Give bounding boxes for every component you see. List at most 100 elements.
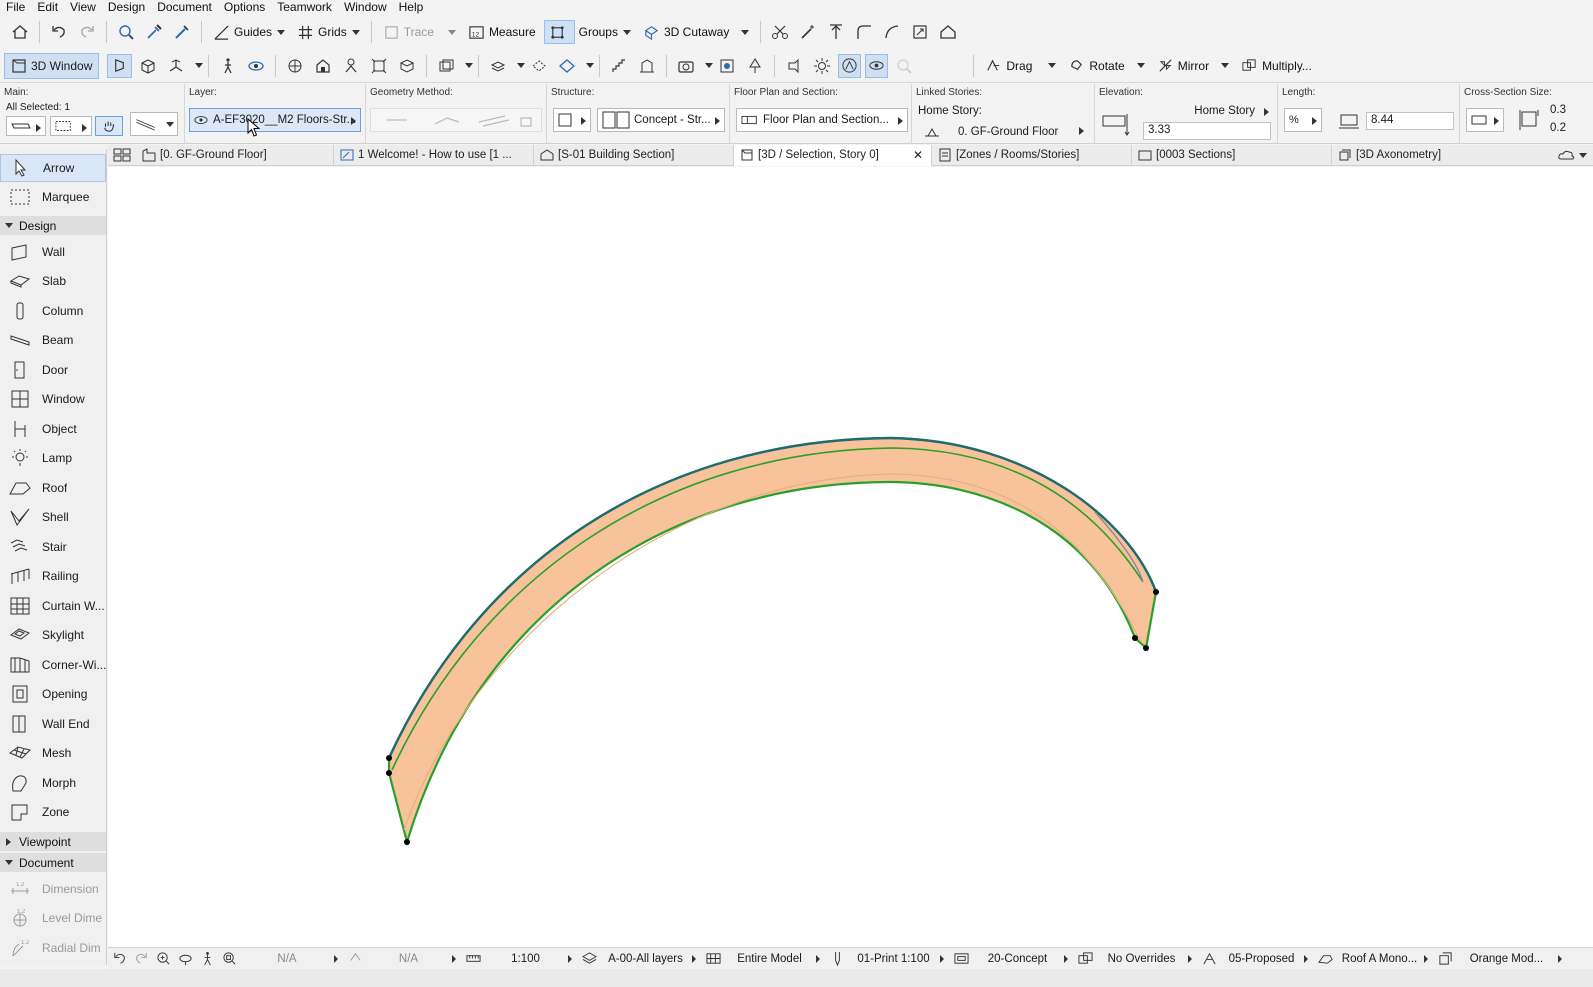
grids-button[interactable]: Grids [293, 20, 364, 44]
tool-level-dimension[interactable]: 1.2 Level Dime [0, 904, 106, 932]
element-type-selector[interactable] [6, 116, 46, 136]
stories-icon[interactable] [636, 55, 658, 77]
tool-shell[interactable]: Shell [0, 503, 106, 531]
explode-icon[interactable] [368, 55, 390, 77]
dimension-standard-selector[interactable]: Roof A Mono... [1314, 949, 1434, 969]
layer-selector[interactable]: A-EF3020__M2 Floors-Str... [189, 108, 361, 132]
cutting-plane-icon[interactable] [556, 55, 578, 77]
tab-menu-button[interactable] [1557, 149, 1593, 161]
marquee-3d-icon[interactable] [528, 55, 550, 77]
tab-sections[interactable]: [0003 Sections] [1132, 144, 1332, 166]
fillet-icon[interactable] [853, 21, 875, 43]
tool-arrow[interactable]: Arrow [0, 154, 106, 182]
groups-label-button[interactable]: Groups [575, 20, 635, 44]
tool-window[interactable]: Window [0, 385, 106, 413]
slope-unit-selector[interactable]: % [1284, 108, 1322, 132]
close-icon[interactable]: ✕ [913, 148, 923, 162]
zoom-icon[interactable] [893, 55, 915, 77]
cube-icon[interactable] [137, 55, 159, 77]
tab-welcome[interactable]: 1 Welcome! - How to use [1 ... [334, 144, 534, 166]
chevron-down-icon[interactable] [622, 29, 631, 35]
menu-edit[interactable]: Edit [31, 0, 64, 14]
chevron-down-icon[interactable] [277, 29, 286, 35]
tool-dimension[interactable]: 1.2 Dimension [0, 875, 106, 903]
tool-corner-window[interactable]: Corner-Wi... [0, 651, 106, 679]
cross-height-value[interactable]: 0.2 [1550, 122, 1566, 134]
elevation-reference[interactable]: Home Story [1194, 105, 1255, 117]
redo-view-icon[interactable] [131, 949, 151, 969]
tab-building-section[interactable]: [S-01 Building Section] [534, 144, 734, 166]
menu-design[interactable]: Design [102, 0, 151, 14]
menu-teamwork[interactable]: Teamwork [271, 0, 338, 14]
tab-zones[interactable]: [Zones / Rooms/Stories] [932, 144, 1132, 166]
tab-3d-selection[interactable]: [3D / Selection, Story 0] ✕ [734, 144, 932, 166]
redo-icon[interactable] [76, 21, 98, 43]
renovation-filter-selector[interactable]: 05-Proposed [1198, 949, 1314, 969]
scissors-icon[interactable] [769, 21, 791, 43]
chevron-down-icon[interactable] [517, 63, 526, 68]
design-section-header[interactable]: Design [0, 216, 106, 235]
layers-3d-icon[interactable] [487, 55, 509, 77]
structure-display-selector[interactable]: Entire Model [702, 949, 826, 969]
tool-slab[interactable]: Slab [0, 267, 106, 295]
walk-icon[interactable] [217, 55, 239, 77]
roof-icon[interactable] [937, 21, 959, 43]
tool-radial-dimension[interactable]: 1.2 Radial Dim [0, 934, 106, 962]
tool-column[interactable]: Column [0, 297, 106, 325]
home-story-selector[interactable]: 0. GF-Ground Floor [918, 122, 1090, 141]
selection-hotspot[interactable] [1132, 635, 1138, 641]
pen-set-selector[interactable]: 01-Print 1:100 [826, 949, 950, 969]
render-style-icon[interactable] [435, 55, 457, 77]
chevron-down-icon[interactable] [705, 63, 714, 68]
zoom-in-icon[interactable] [153, 949, 173, 969]
chevron-down-icon[interactable] [586, 63, 595, 68]
curved-beam-body[interactable] [387, 436, 1158, 847]
favorites-button[interactable] [95, 116, 123, 136]
length-input[interactable]: 8.44 [1366, 112, 1454, 130]
tab-ground-floor[interactable]: [0. GF-Ground Floor] [136, 144, 334, 166]
tool-roof[interactable]: Roof [0, 474, 106, 502]
model-view-options-selector[interactable]: 20-Concept [950, 949, 1074, 969]
filter-3d-icon[interactable] [396, 55, 418, 77]
tool-wall[interactable]: Wall [0, 238, 106, 266]
tool-mesh[interactable]: Mesh [0, 739, 106, 767]
menu-document[interactable]: Document [151, 0, 218, 14]
tool-object[interactable]: Object [0, 415, 106, 443]
multiply-button[interactable]: Multiply... [1237, 54, 1316, 78]
resize-icon[interactable] [909, 21, 931, 43]
chevron-down-icon[interactable] [1221, 63, 1230, 68]
chevron-down-icon[interactable] [351, 29, 360, 35]
orbit-icon[interactable] [245, 55, 267, 77]
geometry-method-buttons[interactable] [370, 108, 542, 132]
3d-style-selector[interactable]: Orange Mod... [1434, 949, 1568, 969]
perspective-button[interactable] [107, 53, 133, 78]
tool-zone[interactable]: Zone [0, 798, 106, 826]
tree-icon[interactable] [744, 55, 766, 77]
tab-3d-axonometry[interactable]: [3D Axonometry] [1332, 145, 1532, 166]
cross-width-value[interactable]: 0.3 [1550, 104, 1566, 116]
tool-wall-end[interactable]: Wall End [0, 710, 106, 738]
undo-icon[interactable] [48, 21, 70, 43]
undo-view-icon[interactable] [109, 949, 129, 969]
marquee-selector[interactable] [50, 116, 92, 136]
zoom-selector[interactable]: N/A [240, 949, 344, 969]
eyedropper-icon[interactable] [143, 21, 165, 43]
chevron-down-icon[interactable] [447, 29, 456, 35]
chevron-down-icon[interactable] [465, 63, 474, 68]
chevron-down-icon[interactable] [1136, 63, 1145, 68]
building-material-selector[interactable]: Concept - Str... [597, 108, 725, 132]
tool-opening[interactable]: Opening [0, 680, 106, 708]
tool-marquee[interactable]: Marquee [0, 183, 106, 211]
figure-icon[interactable] [340, 55, 362, 77]
contours-toggle[interactable] [838, 53, 862, 78]
mirror-button[interactable]: Mirror [1153, 54, 1233, 78]
menu-help[interactable]: Help [393, 0, 430, 14]
menu-options[interactable]: Options [218, 0, 271, 14]
axonometry-icon[interactable] [165, 55, 187, 77]
syringe-icon[interactable] [171, 21, 193, 43]
sun-icon[interactable] [811, 55, 833, 77]
graphic-overrides-selector[interactable]: No Overrides [1074, 949, 1198, 969]
tool-beam[interactable]: Beam [0, 326, 106, 354]
camera-icon[interactable] [675, 55, 697, 77]
tool-railing[interactable]: Railing [0, 562, 106, 590]
